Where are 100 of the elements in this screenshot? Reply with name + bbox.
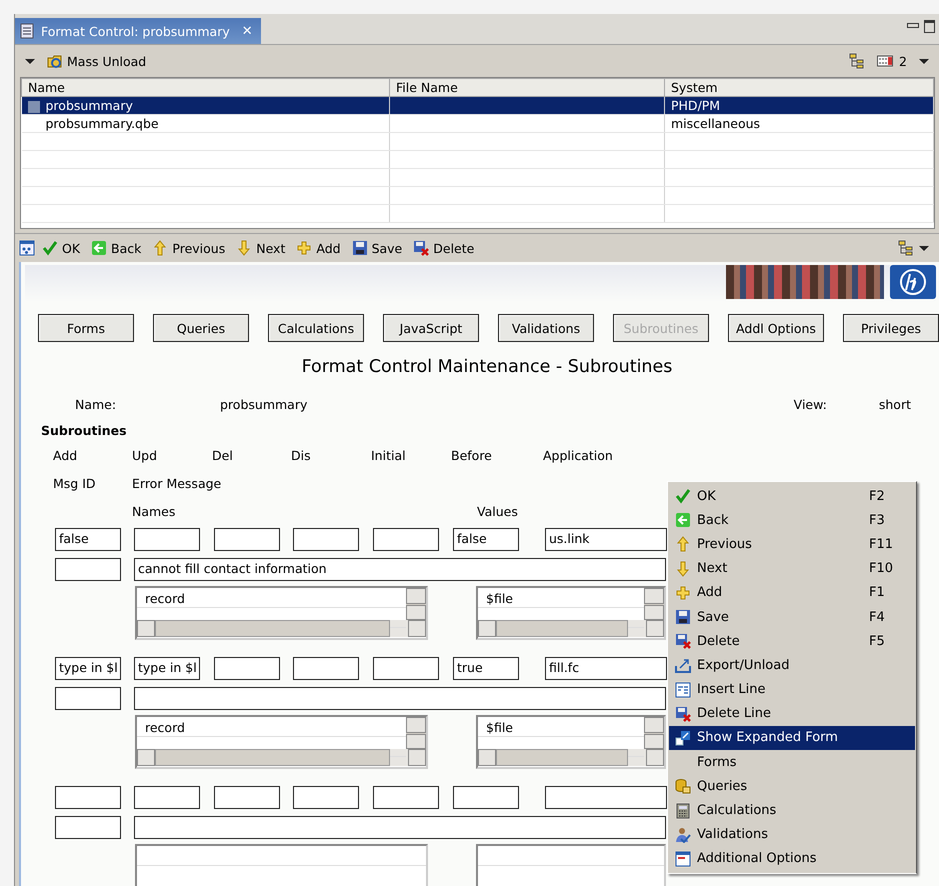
menu-item[interactable]: Save F4	[669, 604, 915, 630]
maximize-icon[interactable]	[924, 20, 935, 33]
menu-item[interactable]: OK F2	[669, 484, 915, 508]
column-header[interactable]: File Name	[390, 78, 664, 96]
column-header[interactable]: System	[664, 78, 934, 96]
horizontal-scrollbar[interactable]	[137, 749, 426, 766]
counter-icon	[875, 53, 896, 69]
input-field[interactable]	[55, 558, 121, 581]
input-field[interactable]	[55, 687, 121, 710]
view-label: View:	[794, 397, 827, 414]
input-field[interactable]: false	[453, 528, 519, 551]
list-box[interactable]: $file	[476, 715, 666, 769]
input-field[interactable]	[55, 816, 121, 839]
input-field[interactable]	[545, 786, 667, 809]
horizontal-scrollbar[interactable]	[478, 620, 664, 637]
toolbar-button[interactable]: Add	[292, 238, 345, 258]
editor-tab[interactable]: Format Control: probsummary ✕	[15, 18, 261, 44]
list-item[interactable]: record	[137, 588, 406, 608]
tree-icon[interactable]	[898, 240, 914, 256]
column-label: Names	[132, 504, 176, 518]
input-field[interactable]	[55, 786, 121, 809]
input-field[interactable]	[214, 657, 280, 680]
input-field[interactable]	[293, 786, 359, 809]
scroll-thumb[interactable]	[155, 620, 390, 637]
minimize-icon[interactable]	[907, 23, 919, 28]
input-field[interactable]: type in $l	[55, 657, 121, 680]
menu-item[interactable]: Forms	[669, 750, 915, 774]
list-item[interactable]: record	[137, 717, 406, 737]
input-field[interactable]	[373, 657, 439, 680]
toolbar-button[interactable]: OK	[38, 238, 84, 258]
input-field[interactable]	[214, 528, 280, 551]
menu-item[interactable]: Additional Options	[669, 846, 915, 871]
menu-item[interactable]: Calculations	[669, 798, 915, 823]
menu-item[interactable]: Delete F5	[669, 629, 915, 654]
menu-item[interactable]: Queries	[669, 774, 915, 798]
menu-item[interactable]: Add F1	[669, 580, 915, 605]
toolbar-button[interactable]: Save	[348, 238, 406, 258]
input-field[interactable]: us.link	[545, 528, 667, 551]
scroll-thumb[interactable]	[496, 620, 628, 637]
count-button[interactable]: 2	[871, 51, 911, 71]
form-icon[interactable]	[19, 240, 35, 256]
input-field[interactable]	[373, 528, 439, 551]
horizontal-scrollbar[interactable]	[478, 749, 664, 766]
expand-icon	[675, 730, 691, 746]
tree-icon[interactable]	[849, 53, 866, 69]
list-box[interactable]: record	[135, 586, 428, 640]
menu-item[interactable]: Export/Unload	[669, 653, 915, 678]
plus-icon	[296, 240, 312, 256]
horizontal-scrollbar[interactable]	[137, 620, 426, 637]
list-box[interactable]: $file	[476, 586, 666, 640]
input-field[interactable]: false	[55, 528, 121, 551]
menu-item[interactable]: Previous F11	[669, 532, 915, 557]
mass-unload-button[interactable]: Mass Unload	[43, 51, 150, 71]
menu-item[interactable]: Back F3	[669, 508, 915, 532]
menu-item[interactable]: Insert Line	[669, 678, 915, 702]
nav-button[interactable]: Privileges	[843, 314, 939, 342]
nav-button[interactable]: JavaScript	[383, 314, 479, 342]
input-field[interactable]	[293, 528, 359, 551]
toolbar-button[interactable]: Previous	[148, 238, 230, 258]
menu-item[interactable]: Next F10	[669, 556, 915, 581]
close-icon[interactable]: ✕	[242, 24, 253, 38]
menu-item[interactable]: Validations	[669, 822, 915, 847]
nav-button[interactable]: Validations	[498, 314, 594, 342]
input-field[interactable]	[373, 786, 439, 809]
list-box[interactable]: record	[135, 715, 428, 769]
plus-icon	[675, 584, 691, 601]
nav-button[interactable]: Calculations	[268, 314, 364, 342]
shortcut-label: F2	[869, 488, 886, 504]
list-box[interactable]	[135, 844, 428, 886]
column-label: Del	[212, 448, 234, 462]
table-row[interactable]: probsummary.qbe miscellaneous	[22, 114, 934, 132]
toolbar-button[interactable]: Back	[87, 238, 146, 258]
input-field[interactable]: true	[453, 657, 519, 680]
toolbar-button[interactable]: Next	[232, 238, 290, 258]
input-field[interactable]	[134, 816, 666, 839]
window-icon	[675, 850, 691, 867]
scroll-thumb[interactable]	[496, 749, 628, 766]
up-arrow-icon	[675, 536, 691, 552]
column-label: Add	[53, 448, 78, 462]
input-field[interactable]	[134, 687, 666, 710]
scroll-thumb[interactable]	[155, 749, 390, 766]
input-field[interactable]	[214, 786, 280, 809]
input-field[interactable]	[293, 657, 359, 680]
list-box[interactable]	[476, 844, 666, 886]
input-field[interactable]	[134, 528, 200, 551]
column-header[interactable]: Name	[22, 78, 390, 96]
table-row[interactable]: probsummary PHD/PM	[22, 96, 934, 114]
input-field[interactable]: fill.fc	[545, 657, 667, 680]
input-field[interactable]: type in $l	[134, 657, 200, 680]
input-field[interactable]	[134, 786, 200, 809]
input-field[interactable]: cannot fill contact information	[134, 558, 666, 581]
toolbar-button[interactable]: Delete	[409, 238, 478, 258]
input-field[interactable]	[453, 786, 519, 809]
menu-item[interactable]: Delete Line	[669, 702, 915, 726]
menu-item[interactable]: Show Expanded Form	[669, 726, 915, 750]
down-arrow-icon	[236, 240, 252, 256]
nav-button[interactable]: Queries	[153, 314, 249, 342]
nav-button[interactable]: Addl Options	[728, 314, 824, 342]
column-label: Msg ID	[53, 476, 97, 490]
nav-button[interactable]: Forms	[38, 314, 134, 342]
